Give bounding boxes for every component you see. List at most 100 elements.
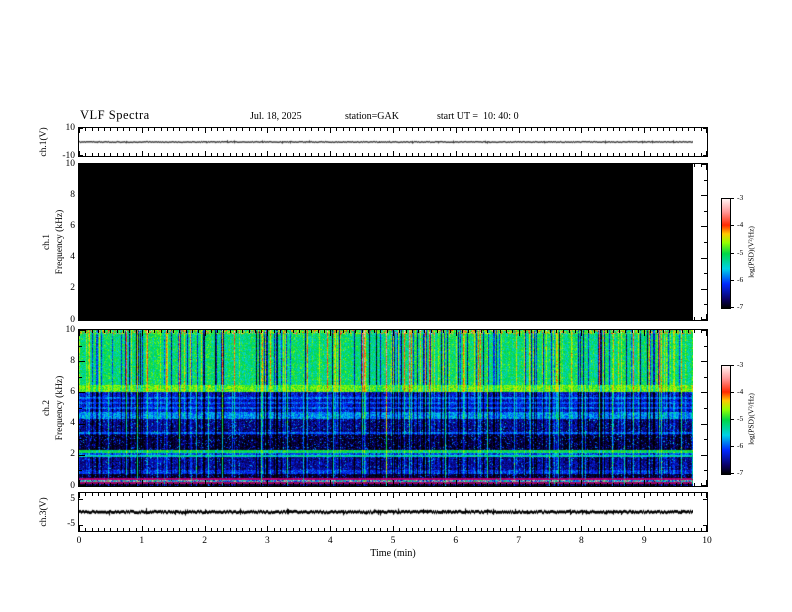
start-time-label: start UT = 10: 40: 0 xyxy=(437,111,519,122)
x-minor-tick xyxy=(280,317,281,320)
x-minor-tick xyxy=(336,128,337,131)
x-minor-tick xyxy=(493,330,494,333)
x-minor-tick xyxy=(305,528,306,531)
x-minor-tick xyxy=(550,164,551,167)
x-minor-tick xyxy=(173,483,174,486)
x-minor-tick xyxy=(299,528,300,531)
x-minor-tick xyxy=(223,483,224,486)
x-minor-tick xyxy=(217,317,218,320)
y-minor-tick xyxy=(704,304,707,305)
y-tick-label: 4 xyxy=(70,418,75,429)
x-minor-tick xyxy=(117,493,118,496)
x-minor-tick xyxy=(154,153,155,156)
x-minor-tick xyxy=(318,153,319,156)
x-minor-tick xyxy=(575,153,576,156)
x-minor-tick xyxy=(437,128,438,131)
x-minor-tick xyxy=(462,330,463,333)
x-minor-tick xyxy=(92,528,93,531)
x-minor-tick xyxy=(380,128,381,131)
x-minor-tick xyxy=(588,153,589,156)
x-minor-tick xyxy=(311,528,312,531)
x-minor-tick xyxy=(550,153,551,156)
x-minor-tick xyxy=(192,483,193,486)
x-minor-tick xyxy=(500,128,501,131)
x-major-tick xyxy=(644,164,645,170)
x-minor-tick xyxy=(487,317,488,320)
y-major-tick xyxy=(701,330,707,331)
x-minor-tick xyxy=(450,164,451,167)
x-minor-tick xyxy=(387,528,388,531)
x-minor-tick xyxy=(669,528,670,531)
x-minor-tick xyxy=(211,164,212,167)
x-minor-tick xyxy=(525,128,526,131)
x-minor-tick xyxy=(274,493,275,496)
x-minor-tick xyxy=(362,493,363,496)
y-tick-label: 8 xyxy=(70,189,75,200)
x-minor-tick xyxy=(242,330,243,333)
x-minor-tick xyxy=(506,153,507,156)
x-minor-tick xyxy=(129,317,130,320)
x-minor-tick xyxy=(625,528,626,531)
x-minor-tick xyxy=(431,528,432,531)
x-minor-tick xyxy=(173,528,174,531)
x-minor-tick xyxy=(98,164,99,167)
x-minor-tick xyxy=(167,330,168,333)
x-minor-tick xyxy=(688,153,689,156)
x-minor-tick xyxy=(343,528,344,531)
x-minor-tick xyxy=(104,493,105,496)
y-major-tick xyxy=(701,424,707,425)
x-minor-tick xyxy=(443,528,444,531)
x-minor-tick xyxy=(424,128,425,131)
x-minor-tick xyxy=(481,483,482,486)
x-minor-tick xyxy=(98,528,99,531)
x-minor-tick xyxy=(468,330,469,333)
x-minor-tick xyxy=(211,153,212,156)
x-minor-tick xyxy=(694,317,695,320)
x-major-tick xyxy=(142,314,143,320)
x-minor-tick xyxy=(148,128,149,131)
x-minor-tick xyxy=(324,317,325,320)
x-minor-tick xyxy=(117,153,118,156)
y-major-tick xyxy=(701,195,707,196)
x-major-tick xyxy=(330,164,331,170)
x-minor-tick xyxy=(380,493,381,496)
x-minor-tick xyxy=(412,153,413,156)
x-minor-tick xyxy=(110,330,111,333)
x-minor-tick xyxy=(600,493,601,496)
x-minor-tick xyxy=(550,317,551,320)
x-minor-tick xyxy=(110,493,111,496)
x-minor-tick xyxy=(475,483,476,486)
x-minor-tick xyxy=(500,317,501,320)
x-major-tick xyxy=(142,330,143,336)
x-minor-tick xyxy=(531,493,532,496)
x-minor-tick xyxy=(104,330,105,333)
x-minor-tick xyxy=(186,153,187,156)
x-minor-tick xyxy=(588,483,589,486)
x-minor-tick xyxy=(123,164,124,167)
x-minor-tick xyxy=(274,483,275,486)
x-minor-tick xyxy=(412,330,413,333)
x-minor-tick xyxy=(274,330,275,333)
x-minor-tick xyxy=(588,128,589,131)
x-minor-tick xyxy=(487,153,488,156)
x-minor-tick xyxy=(192,128,193,131)
x-minor-tick xyxy=(148,483,149,486)
x-minor-tick xyxy=(632,153,633,156)
x-minor-tick xyxy=(136,483,137,486)
x-minor-tick xyxy=(286,128,287,131)
x-major-tick xyxy=(330,151,331,156)
y-tick-label: 10 xyxy=(65,158,76,169)
x-minor-tick xyxy=(487,528,488,531)
y-minor-tick xyxy=(704,439,707,440)
x-minor-tick xyxy=(192,493,193,496)
x-minor-tick xyxy=(311,330,312,333)
x-minor-tick xyxy=(286,330,287,333)
x-minor-tick xyxy=(154,164,155,167)
x-tick-label: 0 xyxy=(76,536,82,546)
x-minor-tick xyxy=(676,330,677,333)
x-minor-tick xyxy=(525,528,526,531)
x-minor-tick xyxy=(299,493,300,496)
x-minor-tick xyxy=(531,153,532,156)
x-minor-tick xyxy=(544,330,545,333)
x-minor-tick xyxy=(374,483,375,486)
